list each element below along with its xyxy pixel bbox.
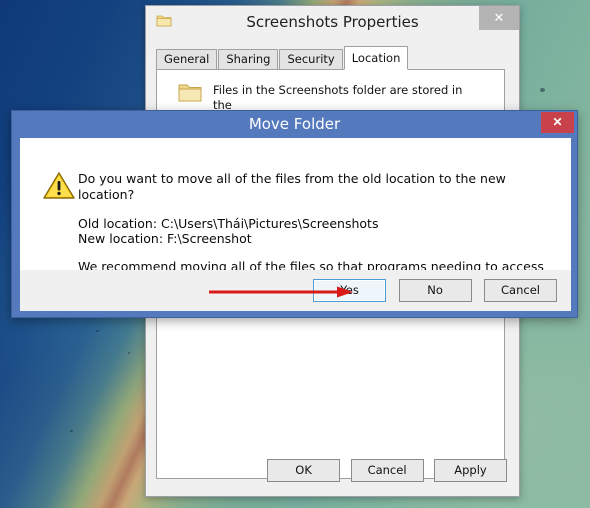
move-folder-content: Do you want to move all of the files fro… <box>20 138 571 290</box>
location-description: Files in the Screenshots folder are stor… <box>213 83 463 112</box>
no-button[interactable]: No <box>398 279 472 302</box>
wallpaper-speck <box>96 330 99 332</box>
tab-sharing[interactable]: Sharing <box>218 49 279 69</box>
properties-tab-strip: General Sharing Security Location <box>156 46 409 70</box>
wallpaper-speck <box>70 430 73 432</box>
wallpaper-speck <box>540 88 545 92</box>
properties-title-bar[interactable]: Screenshots Properties ✕ <box>146 6 519 39</box>
warning-triangle-icon <box>42 171 76 201</box>
old-location-text: Old location: C:\Users\Thái\Pictures\Scr… <box>78 216 379 231</box>
tab-location[interactable]: Location <box>343 46 409 70</box>
annotation-arrow-icon <box>209 286 353 298</box>
move-question: Do you want to move all of the files fro… <box>78 171 506 202</box>
move-folder-title-bar[interactable]: Move Folder ✕ <box>12 111 577 138</box>
cancel-button[interactable]: Cancel <box>484 279 557 302</box>
apply-button[interactable]: Apply <box>434 459 507 482</box>
properties-button-row: OK Cancel Apply <box>146 459 507 482</box>
wallpaper-speck <box>128 352 130 354</box>
cancel-button[interactable]: Cancel <box>350 459 424 482</box>
close-icon[interactable]: ✕ <box>479 6 519 30</box>
page-title: Screenshots Properties <box>246 13 419 31</box>
tab-general[interactable]: General <box>156 49 218 69</box>
new-location-text: New location: F:\Screenshot <box>78 231 252 246</box>
tab-security[interactable]: Security <box>279 49 343 69</box>
folder-icon <box>177 82 203 104</box>
close-icon[interactable]: ✕ <box>541 112 574 133</box>
dialog-title: Move Folder <box>248 115 341 133</box>
ok-button[interactable]: OK <box>267 459 341 482</box>
